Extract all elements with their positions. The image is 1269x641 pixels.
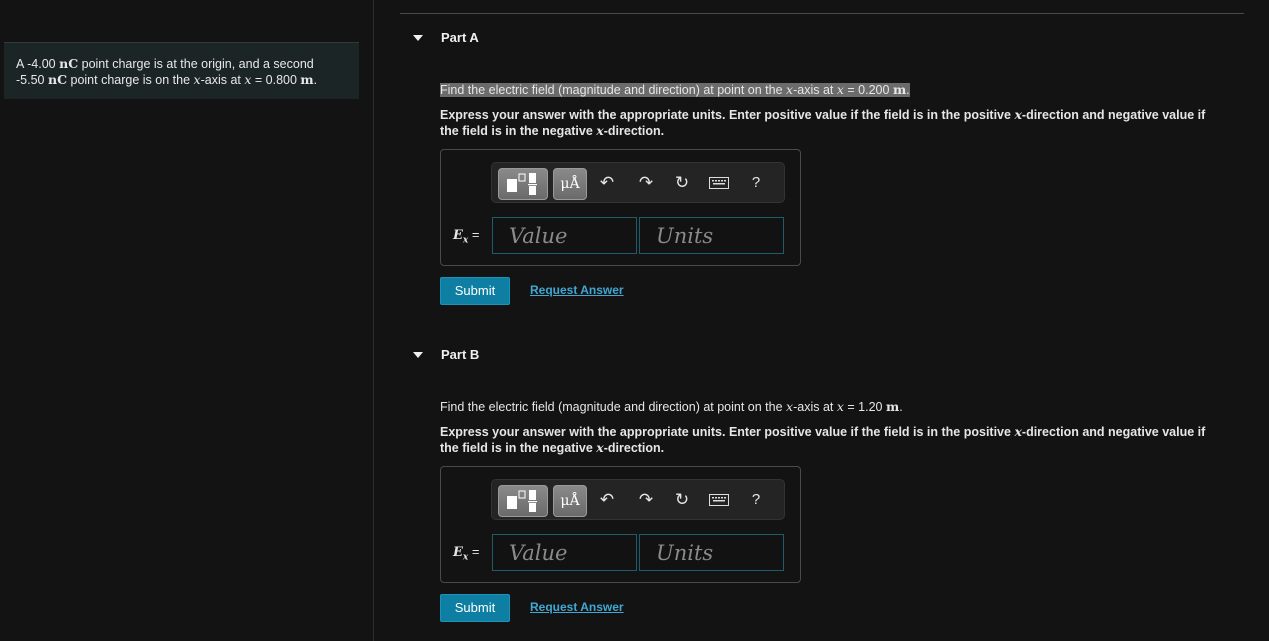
text: . — [313, 73, 318, 87]
keyboard-icon[interactable] — [708, 489, 730, 511]
text: = — [468, 227, 480, 242]
var: x — [836, 399, 844, 414]
text: A -4.00 — [16, 57, 56, 71]
unit: nC — [47, 72, 68, 87]
text: . — [906, 83, 910, 97]
math-toolbar: μÅ ↶ ↷ ↻ ? — [491, 162, 785, 203]
var: E — [453, 545, 463, 560]
text: -axis at — [200, 73, 245, 87]
text: the field is in the negative — [440, 124, 597, 138]
units-button[interactable]: μÅ — [553, 168, 587, 200]
text: point charge is on the — [67, 73, 194, 87]
text: . — [899, 400, 903, 414]
keyboard-glyph — [709, 177, 729, 189]
reset-icon[interactable]: ↻ — [671, 172, 693, 194]
part-b-question: Find the electric field (magnitude and d… — [440, 399, 903, 414]
left-pane: A -4.00 nC point charge is at the origin… — [0, 0, 374, 641]
part-a-question: Find the electric field (magnitude and d… — [440, 82, 910, 97]
unit: nC — [59, 56, 79, 71]
text: point charge is at the origin, and a sec… — [78, 57, 314, 71]
part-b-answer-box: μÅ ↶ ↷ ↻ ? Ex = Value Units — [440, 466, 801, 583]
reset-icon[interactable]: ↻ — [671, 489, 693, 511]
part-title: Part B — [441, 347, 480, 362]
unit: m — [300, 72, 314, 87]
text: -axis at — [793, 83, 837, 97]
caret-down-icon[interactable] — [413, 34, 423, 41]
text: Express your answer with the appropriate… — [440, 108, 1015, 122]
part-a-header[interactable]: Part A — [413, 30, 479, 45]
text: -5.50 — [16, 73, 45, 87]
redo-icon[interactable]: ↷ — [635, 172, 657, 194]
ex-label: Ex = — [453, 227, 480, 246]
text: -direction. — [603, 124, 665, 138]
text: = 0.200 — [843, 83, 893, 97]
units-input[interactable]: Units — [639, 534, 784, 571]
submit-button[interactable]: Submit — [440, 277, 510, 305]
text: = — [468, 544, 480, 559]
text: Express your answer with the appropriate… — [440, 425, 1015, 439]
units-button[interactable]: μÅ — [553, 485, 587, 517]
undo-icon[interactable]: ↶ — [596, 172, 618, 194]
text: -direction. — [603, 441, 665, 455]
var: x — [193, 72, 201, 87]
text: = 1.20 — [843, 400, 886, 414]
text: the field is in the negative — [440, 441, 597, 455]
request-answer-link[interactable]: Request Answer — [530, 600, 624, 614]
unit: m — [886, 399, 900, 414]
var: E — [453, 228, 463, 243]
var: x — [836, 82, 844, 97]
redo-icon[interactable]: ↷ — [635, 489, 657, 511]
text: -direction and negative value if — [1021, 425, 1206, 439]
templates-button[interactable] — [498, 168, 548, 200]
text: -direction and negative value if — [1021, 108, 1206, 122]
part-title: Part A — [441, 30, 479, 45]
keyboard-glyph — [709, 494, 729, 506]
text: Find the electric field (magnitude and d… — [440, 83, 787, 97]
help-icon[interactable]: ? — [745, 489, 767, 511]
divider — [400, 13, 1244, 14]
value-input[interactable]: Value — [492, 217, 637, 254]
var: x — [1014, 424, 1022, 439]
part-a-instructions: Express your answer with the appropriate… — [440, 107, 1250, 139]
unit: m — [892, 82, 907, 97]
ex-label: Ex = — [453, 544, 480, 563]
request-answer-link[interactable]: Request Answer — [530, 283, 624, 297]
templates-button[interactable] — [498, 485, 548, 517]
math-toolbar: μÅ ↶ ↷ ↻ ? — [491, 479, 785, 520]
problem-statement: A -4.00 nC point charge is at the origin… — [4, 42, 359, 99]
undo-icon[interactable]: ↶ — [596, 489, 618, 511]
value-input[interactable]: Value — [492, 534, 637, 571]
part-a-answer-box: μÅ ↶ ↷ ↻ ? Ex = Value Units — [440, 149, 801, 266]
text: -axis at — [793, 400, 837, 414]
var: x — [1014, 107, 1022, 122]
var: x — [596, 123, 604, 138]
var: x — [596, 440, 604, 455]
part-b-header[interactable]: Part B — [413, 347, 479, 362]
text: = 0.800 — [251, 73, 301, 87]
keyboard-icon[interactable] — [708, 172, 730, 194]
units-input[interactable]: Units — [639, 217, 784, 254]
part-b-instructions: Express your answer with the appropriate… — [440, 424, 1250, 456]
text: Find the electric field (magnitude and d… — [440, 400, 787, 414]
caret-down-icon[interactable] — [413, 351, 423, 358]
templates-icon — [507, 173, 537, 195]
help-icon[interactable]: ? — [745, 172, 767, 194]
submit-button[interactable]: Submit — [440, 594, 510, 622]
templates-icon — [507, 490, 537, 512]
